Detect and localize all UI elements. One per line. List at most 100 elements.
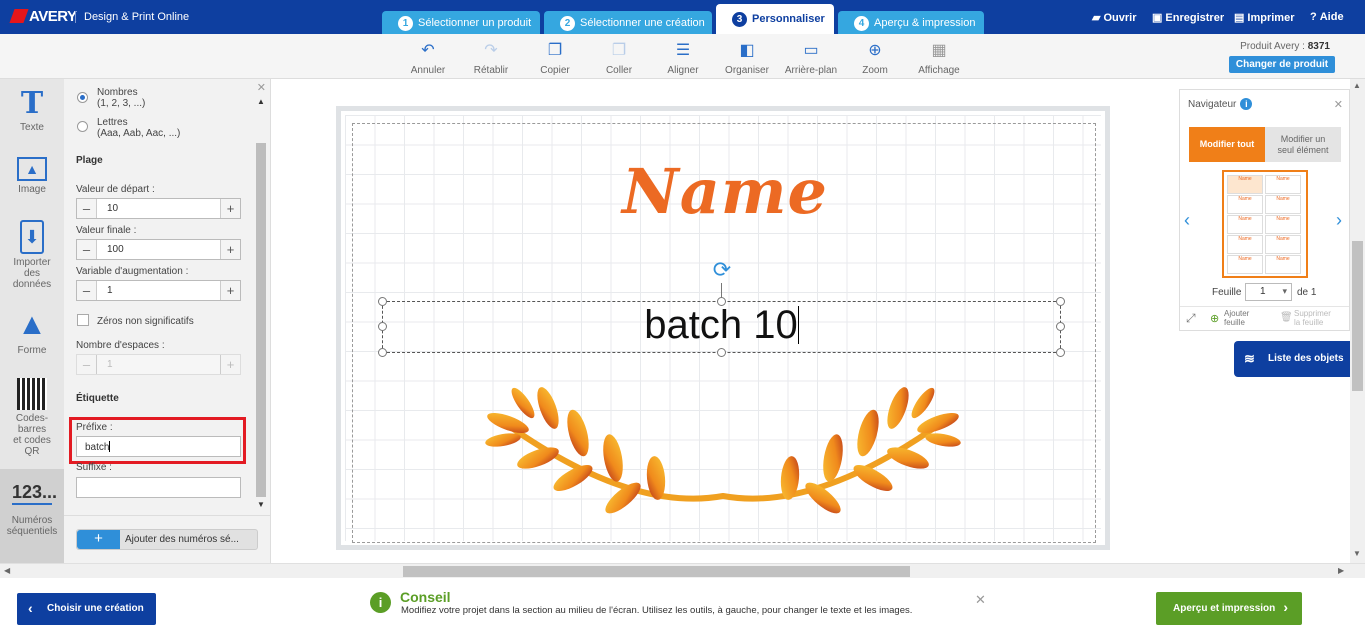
scroll-down-icon[interactable]: ▼ bbox=[1353, 549, 1361, 558]
tab-edit-all[interactable]: Modifier tout bbox=[1189, 127, 1265, 162]
scrollbar-thumb[interactable] bbox=[403, 566, 910, 577]
thumbnail-label[interactable]: Name bbox=[1265, 215, 1301, 234]
sequential-number-text[interactable]: batch 10 bbox=[382, 300, 1061, 350]
resize-handle[interactable] bbox=[378, 297, 387, 306]
thumbnail-label[interactable]: Name bbox=[1227, 255, 1263, 274]
paste-button[interactable]: ❐ Coller bbox=[589, 41, 649, 76]
increment-value[interactable]: 1 bbox=[107, 285, 113, 296]
vertical-scrollbar[interactable]: ▲ ▼ bbox=[1350, 79, 1365, 563]
resize-handle[interactable] bbox=[1056, 322, 1065, 331]
undo-button[interactable]: ↶ Annuler bbox=[398, 41, 458, 76]
decrement-button[interactable]: – bbox=[77, 355, 97, 374]
step-preview-print[interactable]: 4 Aperçu & impression bbox=[838, 11, 984, 34]
increment-button[interactable]: + bbox=[220, 240, 240, 259]
name-text-object[interactable]: Name bbox=[340, 155, 1110, 228]
thumbnail-label[interactable]: Name bbox=[1265, 235, 1301, 254]
increment-button[interactable]: + bbox=[220, 199, 240, 218]
tab-edit-one[interactable]: Modifier un seul élément bbox=[1265, 127, 1341, 162]
add-sequential-numbers-button[interactable]: + Ajouter des numéros sé... bbox=[76, 529, 258, 550]
thumbnail-label[interactable]: Name bbox=[1265, 255, 1301, 274]
end-value-stepper[interactable]: – 100 + bbox=[76, 239, 241, 260]
scroll-up-icon[interactable]: ▲ bbox=[257, 97, 265, 106]
thumbnail-label[interactable]: Name bbox=[1227, 215, 1263, 234]
sheet-select[interactable]: 1 bbox=[1245, 283, 1292, 301]
resize-handle[interactable] bbox=[717, 348, 726, 357]
barcode-label-4: QR bbox=[24, 446, 40, 457]
info-icon[interactable]: i bbox=[1240, 98, 1253, 110]
view-button[interactable]: ▦ Affichage bbox=[909, 41, 969, 76]
end-value[interactable]: 100 bbox=[107, 244, 124, 255]
sheet-thumbnail[interactable]: Name Name Name Name Name Name Name Name … bbox=[1222, 170, 1308, 278]
decrement-button[interactable]: – bbox=[77, 281, 97, 300]
thumbnail-label[interactable]: Name bbox=[1227, 235, 1263, 254]
increment-stepper[interactable]: – 1 + bbox=[76, 280, 241, 301]
help-icon: ? bbox=[1310, 11, 1317, 23]
scroll-right-icon[interactable]: ▶ bbox=[1338, 566, 1344, 575]
decrement-button[interactable]: – bbox=[77, 199, 97, 218]
align-button[interactable]: ☰ Aligner bbox=[653, 41, 713, 76]
preview-print-button[interactable]: Aperçu et impression › bbox=[1156, 592, 1302, 625]
rotate-icon[interactable]: ⟳ bbox=[708, 256, 736, 284]
zoom-button[interactable]: ⊕ Zoom bbox=[845, 41, 905, 76]
scroll-up-icon[interactable]: ▲ bbox=[1353, 81, 1361, 90]
step-personalize[interactable]: 3 Personnaliser bbox=[716, 4, 834, 34]
expand-icon[interactable]: ⤢ bbox=[1186, 311, 1196, 326]
barcode-tool[interactable]: Codes- barres et codes QR bbox=[0, 378, 64, 457]
resize-handle[interactable] bbox=[378, 322, 387, 331]
choose-design-button[interactable]: ‹ Choisir une création bbox=[17, 593, 156, 625]
resize-handle[interactable] bbox=[378, 348, 387, 357]
close-icon[interactable]: ✕ bbox=[975, 592, 986, 608]
panel-scrollbar[interactable] bbox=[256, 143, 266, 497]
increment-button[interactable]: + bbox=[220, 355, 240, 374]
copy-button[interactable]: ❐ Copier bbox=[525, 41, 585, 76]
scroll-down-icon[interactable]: ▼ bbox=[257, 500, 265, 509]
thumbnail-label[interactable]: Name bbox=[1227, 195, 1263, 214]
resize-handle[interactable] bbox=[1056, 348, 1065, 357]
print-button[interactable]: ▤ Imprimer bbox=[1234, 11, 1294, 24]
import-data-tool[interactable]: ⬇ Importer des données bbox=[0, 220, 64, 290]
numbers-radio[interactable] bbox=[77, 92, 88, 103]
add-sheet-button[interactable]: Ajouter feuille bbox=[1224, 309, 1249, 327]
close-icon[interactable]: ✕ bbox=[257, 81, 266, 94]
step-number: 1 bbox=[398, 16, 413, 31]
resize-handle[interactable] bbox=[717, 297, 726, 306]
align-icon: ☰ bbox=[675, 42, 691, 59]
decrement-button[interactable]: – bbox=[77, 240, 97, 259]
increment-button[interactable]: + bbox=[220, 281, 240, 300]
start-value-stepper[interactable]: – 10 + bbox=[76, 198, 241, 219]
step-select-design[interactable]: 2 Sélectionner une création bbox=[544, 11, 712, 34]
laurel-wreath-image[interactable] bbox=[478, 378, 968, 523]
shape-tool[interactable]: ▲ Forme bbox=[0, 308, 64, 356]
sequential-numbers-tool[interactable]: 123... Numéros séquentiels bbox=[0, 469, 64, 563]
redo-button[interactable]: ↷ Rétablir bbox=[461, 41, 521, 76]
close-icon[interactable]: ✕ bbox=[1334, 98, 1343, 111]
thumbnail-label[interactable]: Name bbox=[1265, 175, 1301, 194]
delete-sheet-button[interactable]: Supprimer la feuille bbox=[1294, 309, 1331, 327]
background-button[interactable]: ▭ Arrière-plan bbox=[781, 41, 841, 76]
arrange-button[interactable]: ◧ Organiser bbox=[717, 41, 777, 76]
help-button[interactable]: ? Aide bbox=[1310, 11, 1344, 23]
text-tool[interactable]: T Texte bbox=[0, 89, 64, 134]
avery-logo[interactable]: AVERY bbox=[9, 8, 77, 25]
suffix-input[interactable] bbox=[76, 477, 241, 498]
step-select-product[interactable]: 1 Sélectionner un produit bbox=[382, 11, 540, 34]
open-button[interactable]: ▰ Ouvrir bbox=[1092, 11, 1136, 24]
save-button[interactable]: ▣ Enregistrer bbox=[1152, 11, 1224, 24]
change-product-button[interactable]: Changer de produit bbox=[1229, 56, 1335, 73]
object-list-button[interactable]: ≋ Liste des objets bbox=[1234, 341, 1350, 377]
spaces-stepper[interactable]: – 1 + bbox=[76, 354, 241, 375]
scrollbar-thumb[interactable] bbox=[1352, 241, 1363, 391]
letters-radio[interactable] bbox=[77, 121, 88, 132]
horizontal-scrollbar[interactable]: ◀ ▶ bbox=[0, 563, 1365, 578]
thumbnail-label[interactable]: Name bbox=[1265, 195, 1301, 214]
previous-sheet-icon[interactable]: ‹ bbox=[1184, 210, 1190, 231]
scroll-left-icon[interactable]: ◀ bbox=[4, 566, 10, 575]
image-tool[interactable]: ▲ Image bbox=[0, 157, 64, 195]
thumbnail-label[interactable]: Name bbox=[1227, 175, 1263, 194]
spaces-value[interactable]: 1 bbox=[107, 359, 113, 370]
resize-handle[interactable] bbox=[1056, 297, 1065, 306]
next-sheet-icon[interactable]: › bbox=[1336, 210, 1342, 231]
leading-zeros-checkbox[interactable] bbox=[77, 314, 89, 326]
start-value[interactable]: 10 bbox=[107, 203, 118, 214]
barcode-label-3: et codes bbox=[13, 435, 51, 446]
